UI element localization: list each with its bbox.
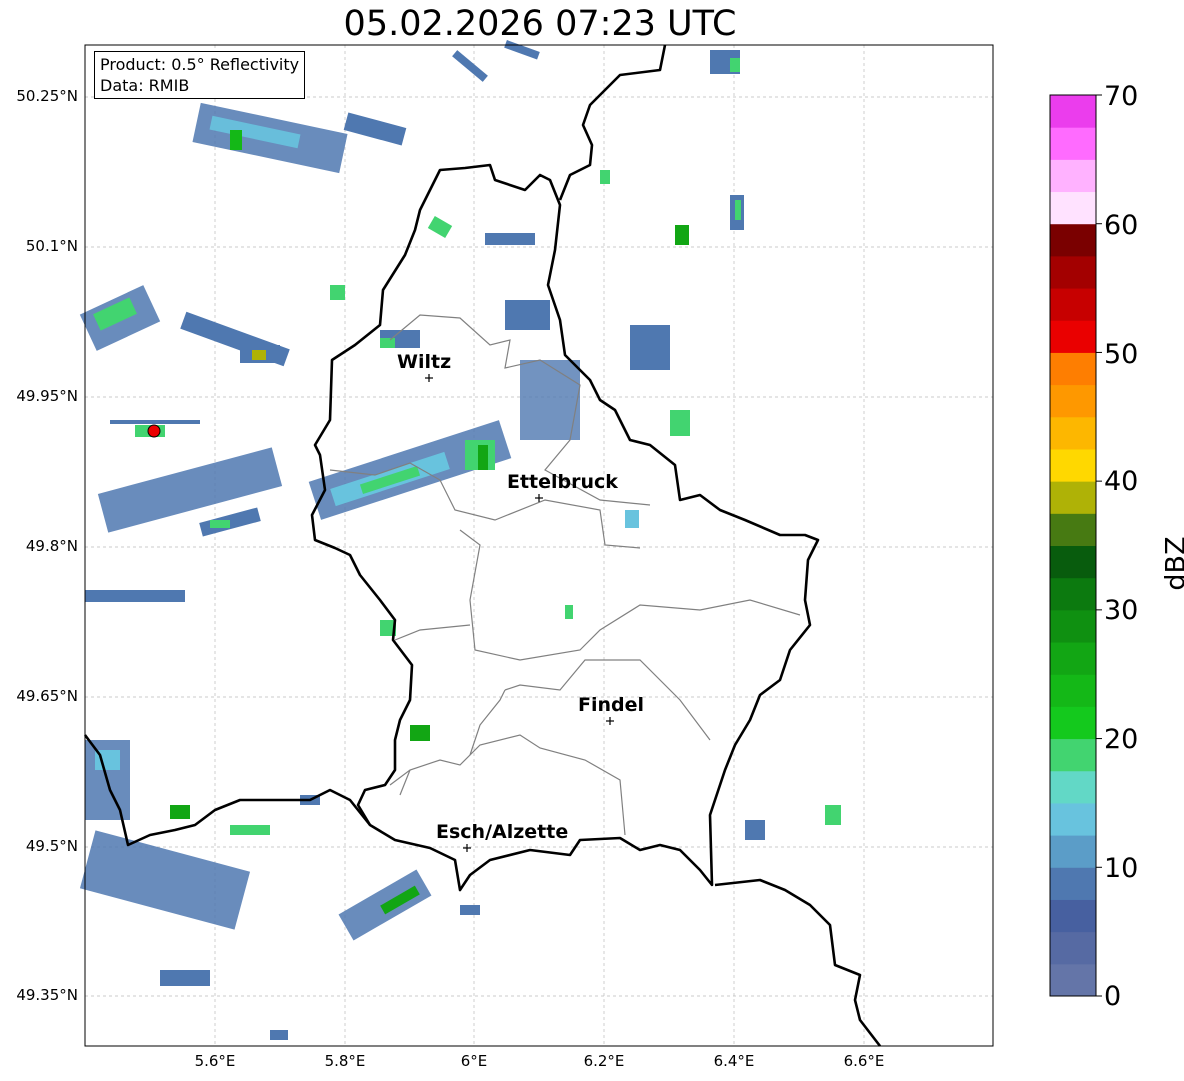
lat-tick: 49.95°N: [16, 387, 78, 405]
colorbar-tick: 30: [1104, 595, 1139, 626]
colorbar-segment: [1050, 255, 1096, 289]
colorbar-label: dBZ: [1160, 536, 1184, 591]
lon-tick: 6.4°E: [713, 1052, 755, 1070]
colorbar-segment: [1050, 931, 1096, 965]
colorbar-tick: 40: [1104, 466, 1139, 497]
radar-site-marker: [147, 424, 161, 438]
data-source-text: Data: RMIB: [100, 76, 190, 95]
lat-tick: 49.35°N: [16, 986, 78, 1004]
lat-tick: 49.8°N: [25, 537, 78, 555]
lon-tick: 5.8°E: [324, 1052, 366, 1070]
colorbar-tick: 50: [1104, 339, 1139, 370]
radar-map[interactable]: [0, 0, 1184, 1081]
colorbar-segment: [1050, 963, 1096, 997]
colorbar-segment: [1050, 288, 1096, 321]
colorbar-segment: [1050, 513, 1096, 546]
lon-tick: 6°E: [460, 1052, 488, 1070]
colorbar-segment: [1050, 320, 1096, 353]
colorbar-segment: [1050, 899, 1096, 933]
colorbar-tick: 20: [1104, 724, 1139, 755]
lat-tick: 50.1°N: [25, 237, 78, 255]
colorbar-segment: [1050, 448, 1096, 482]
city-label-findel: Findel: [578, 694, 645, 716]
colorbar-segment: [1050, 159, 1096, 193]
info-box: Product: 0.5° Reflectivity Data: RMIB: [94, 51, 306, 99]
colorbar-segment: [1050, 545, 1096, 579]
colorbar-segment: [1050, 384, 1096, 418]
colorbar-segment: [1050, 738, 1096, 772]
colorbar-segment: [1050, 577, 1096, 611]
colorbar-tick: 70: [1104, 81, 1139, 112]
colorbar-segment: [1050, 770, 1096, 804]
colorbar-tick: 60: [1104, 210, 1139, 241]
lon-tick: 5.6°E: [194, 1052, 236, 1070]
colorbar-tick: 0: [1104, 981, 1122, 1012]
city-label-wiltz: Wiltz: [397, 351, 452, 373]
colorbar-segment: [1050, 481, 1096, 514]
product-text: Product: 0.5° Reflectivity: [100, 55, 300, 74]
colorbar-segment: [1050, 674, 1096, 707]
colorbar-segment: [1050, 867, 1096, 900]
colorbar-segment: [1050, 223, 1096, 257]
colorbar-tick: 10: [1104, 853, 1139, 884]
colorbar: [1050, 94, 1102, 997]
city-label-ettelbruck: Ettelbruck: [507, 471, 618, 493]
lon-tick: 6.6°E: [843, 1052, 885, 1070]
colorbar-segment: [1050, 416, 1096, 450]
lat-tick: 49.5°N: [25, 837, 78, 855]
city-label-esch-alzette: Esch/Alzette: [436, 821, 569, 843]
colorbar-segment: [1050, 802, 1096, 836]
lon-tick: 6.2°E: [583, 1052, 625, 1070]
colorbar-segment: [1050, 609, 1096, 643]
colorbar-segment: [1050, 95, 1096, 128]
colorbar-segment: [1050, 191, 1096, 225]
colorbar-segment: [1050, 835, 1096, 868]
colorbar-segment: [1050, 706, 1096, 740]
lat-tick: 49.65°N: [16, 687, 78, 705]
colorbar-segment: [1050, 642, 1096, 675]
colorbar-segment: [1050, 127, 1096, 160]
lat-tick: 50.25°N: [16, 87, 78, 105]
colorbar-segment: [1050, 352, 1096, 386]
